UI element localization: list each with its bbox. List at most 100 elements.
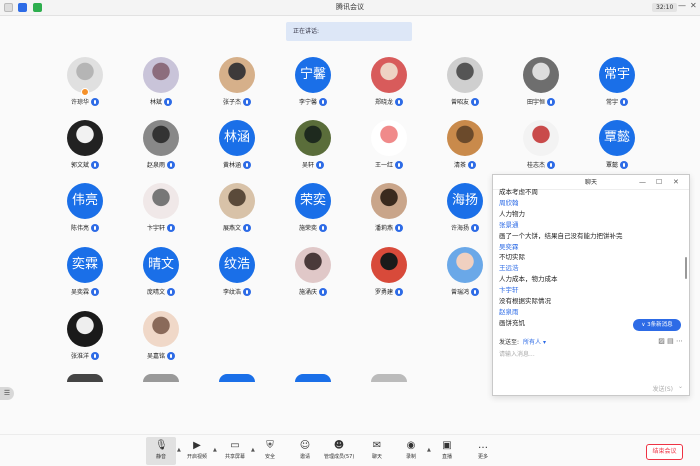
participant-name-label: 田宇恒	[526, 99, 545, 106]
send-button[interactable]: 发送(S)	[653, 384, 674, 393]
toolbar-screen-share-button[interactable]: ▭ 共享屏幕	[220, 437, 250, 465]
members-icon: ☻	[333, 440, 345, 451]
camera-off-icon: ▶	[193, 440, 201, 451]
participant-tile[interactable]: 伟亮 陈伟亮	[47, 183, 123, 245]
participant-tile[interactable]: 林涵 黄林涵	[199, 120, 275, 182]
avatar-text: 晴文	[147, 257, 174, 272]
chevron-up-icon[interactable]: ▲	[213, 447, 217, 453]
toolbar-label: 聊天	[371, 454, 382, 460]
mic-icon: 🎙	[155, 440, 168, 451]
new-messages-button[interactable]: ∨ 3条新消息	[633, 319, 681, 331]
toolbar-label: 邀请	[299, 454, 310, 460]
mic-icon	[91, 98, 99, 106]
participant-tile[interactable]: 清茶	[427, 120, 503, 182]
chat-input[interactable]: 请输入消息...	[499, 349, 683, 379]
toolbar-invite-button[interactable]: ☺ 邀请	[290, 437, 320, 465]
toolbar-chat-button[interactable]: ✉ 聊天	[362, 437, 392, 465]
participant-tile[interactable]: 吴轩	[275, 120, 351, 182]
speaking-indicator: 正在讲话:	[286, 22, 412, 41]
participant-tile[interactable]: 曾昭友	[427, 57, 503, 119]
participant-tile[interactable]: 常宇 常宇	[579, 57, 655, 119]
avatar: 伟亮	[67, 183, 103, 219]
participant-tile[interactable]: 张子杰	[199, 57, 275, 119]
participant-tile[interactable]: 潘莉燕	[351, 183, 427, 245]
participant-tile[interactable]: 奕霖 吴奕霖	[47, 247, 123, 309]
participant-tile[interactable]: 卞宇轩	[123, 183, 199, 245]
partial-avatar	[67, 374, 103, 382]
avatar	[143, 311, 179, 347]
avatar	[371, 57, 407, 93]
participant-name: 黄林涵	[199, 160, 275, 169]
avatar-text: 常宇	[603, 67, 630, 82]
send-to-row: 发送至: 所有人 ▾	[499, 337, 546, 346]
participant-name: 展燕文	[199, 223, 275, 232]
mic-icon	[167, 288, 175, 296]
participant-name-label: 王一红	[374, 162, 393, 169]
participant-name: 田宇恒	[503, 97, 579, 106]
shield-icon: ⛨	[266, 440, 274, 451]
chevron-down-icon[interactable]: ⌄	[678, 383, 683, 390]
participant-tile[interactable]: 宁馨 李宁馨	[275, 57, 351, 119]
participant-tile[interactable]: 荣奕 施荣奕	[275, 183, 351, 245]
participant-tile[interactable]: 覃懿 覃懿	[579, 120, 655, 182]
participant-name: 张子杰	[199, 97, 275, 106]
send-to-select[interactable]: 所有人 ▾	[523, 339, 546, 346]
participant-tile[interactable]: 晴文 庞晴文	[123, 247, 199, 309]
side-panel-toggle[interactable]: ☰	[0, 387, 14, 400]
participant-tile[interactable]: 林斌	[123, 57, 199, 119]
participant-name-label: 施荣奕	[298, 225, 317, 232]
mic-icon	[547, 161, 555, 169]
toolbar-more-button[interactable]: … 更多	[468, 437, 498, 465]
file-icon[interactable]: ▤	[667, 337, 674, 345]
toolbar-camera-off-button[interactable]: ▶ 开启视频	[182, 437, 212, 465]
mic-icon	[243, 288, 251, 296]
participant-name-label: 曾瑞鸿	[450, 289, 469, 296]
mic-icon	[319, 98, 327, 106]
participant-tile[interactable]: 郑晓龙	[351, 57, 427, 119]
participant-name-label: 张子杰	[222, 99, 241, 106]
toolbar-shield-button[interactable]: ⛨ 安全	[255, 437, 285, 465]
participant-tile[interactable]: 王一红	[351, 120, 427, 182]
participant-tile[interactable]: 吴嘉铭	[123, 311, 199, 373]
participant-tile[interactable]: 田宇恒	[503, 57, 579, 119]
more-icon[interactable]: ⋯	[676, 337, 683, 345]
participant-tile[interactable]: 罗勇建	[351, 247, 427, 309]
image-icon[interactable]: ▨	[658, 337, 665, 345]
end-meeting-button[interactable]: 结束会议	[646, 444, 683, 460]
screen-share-icon: ▭	[230, 440, 240, 451]
close-icon[interactable]: ✕	[690, 1, 697, 10]
participant-name: 桂志杰	[503, 160, 579, 169]
chat-message-text: 没有根据实际情况	[499, 297, 551, 306]
toolbar-mic-button[interactable]: 🎙 静音	[146, 437, 176, 465]
participant-name: 李纹浩	[199, 287, 275, 296]
chevron-up-icon[interactable]: ▲	[177, 447, 181, 453]
avatar-text: 海扬	[451, 193, 478, 208]
minimize-icon[interactable]: —	[678, 1, 686, 10]
participant-tile[interactable]: 施涌庆	[275, 247, 351, 309]
mic-icon	[167, 352, 175, 360]
participant-name-label: 潘莉燕	[374, 225, 393, 232]
toolbar-members-button[interactable]: ☻ 管理成员(57)	[324, 437, 354, 465]
record-icon: ◉	[406, 440, 416, 451]
participant-tile[interactable]: 许琼华	[47, 57, 123, 119]
participant-tile[interactable]: 纹浩 李纹浩	[199, 247, 275, 309]
avatar	[371, 120, 407, 156]
meeting-toolbar: 🎙 静音 ▲ ▶ 开启视频 ▲ ▭ 共享屏幕 ▲ ⛨ 安全 ☺ 邀请 ☻ 管理成员(57) ✉ 聊天 ◉ 录制 ▲ ▣ 直…	[0, 434, 700, 466]
chat-scrollbar[interactable]	[685, 257, 687, 279]
mic-icon	[91, 288, 99, 296]
participant-tile[interactable]: 张淮洋	[47, 311, 123, 373]
participant-name: 王一红	[351, 160, 427, 169]
chevron-up-icon[interactable]: ▲	[427, 447, 431, 453]
participant-name: 卞宇轩	[123, 223, 199, 232]
avatar	[143, 120, 179, 156]
toolbar-record-button[interactable]: ◉ 录制	[396, 437, 426, 465]
participant-name-label: 卞宇轩	[146, 225, 165, 232]
participant-tile[interactable]: 郭文斌	[47, 120, 123, 182]
toolbar-live-button[interactable]: ▣ 直播	[432, 437, 462, 465]
participant-tile[interactable]: 桂志杰	[503, 120, 579, 182]
participant-name-label: 吴嘉铭	[146, 353, 165, 360]
chat-message-text: 人力物力	[499, 209, 525, 218]
participant-name-label: 曾昭友	[450, 99, 469, 106]
participant-tile[interactable]: 赵泉雨	[123, 120, 199, 182]
participant-tile[interactable]: 展燕文	[199, 183, 275, 245]
